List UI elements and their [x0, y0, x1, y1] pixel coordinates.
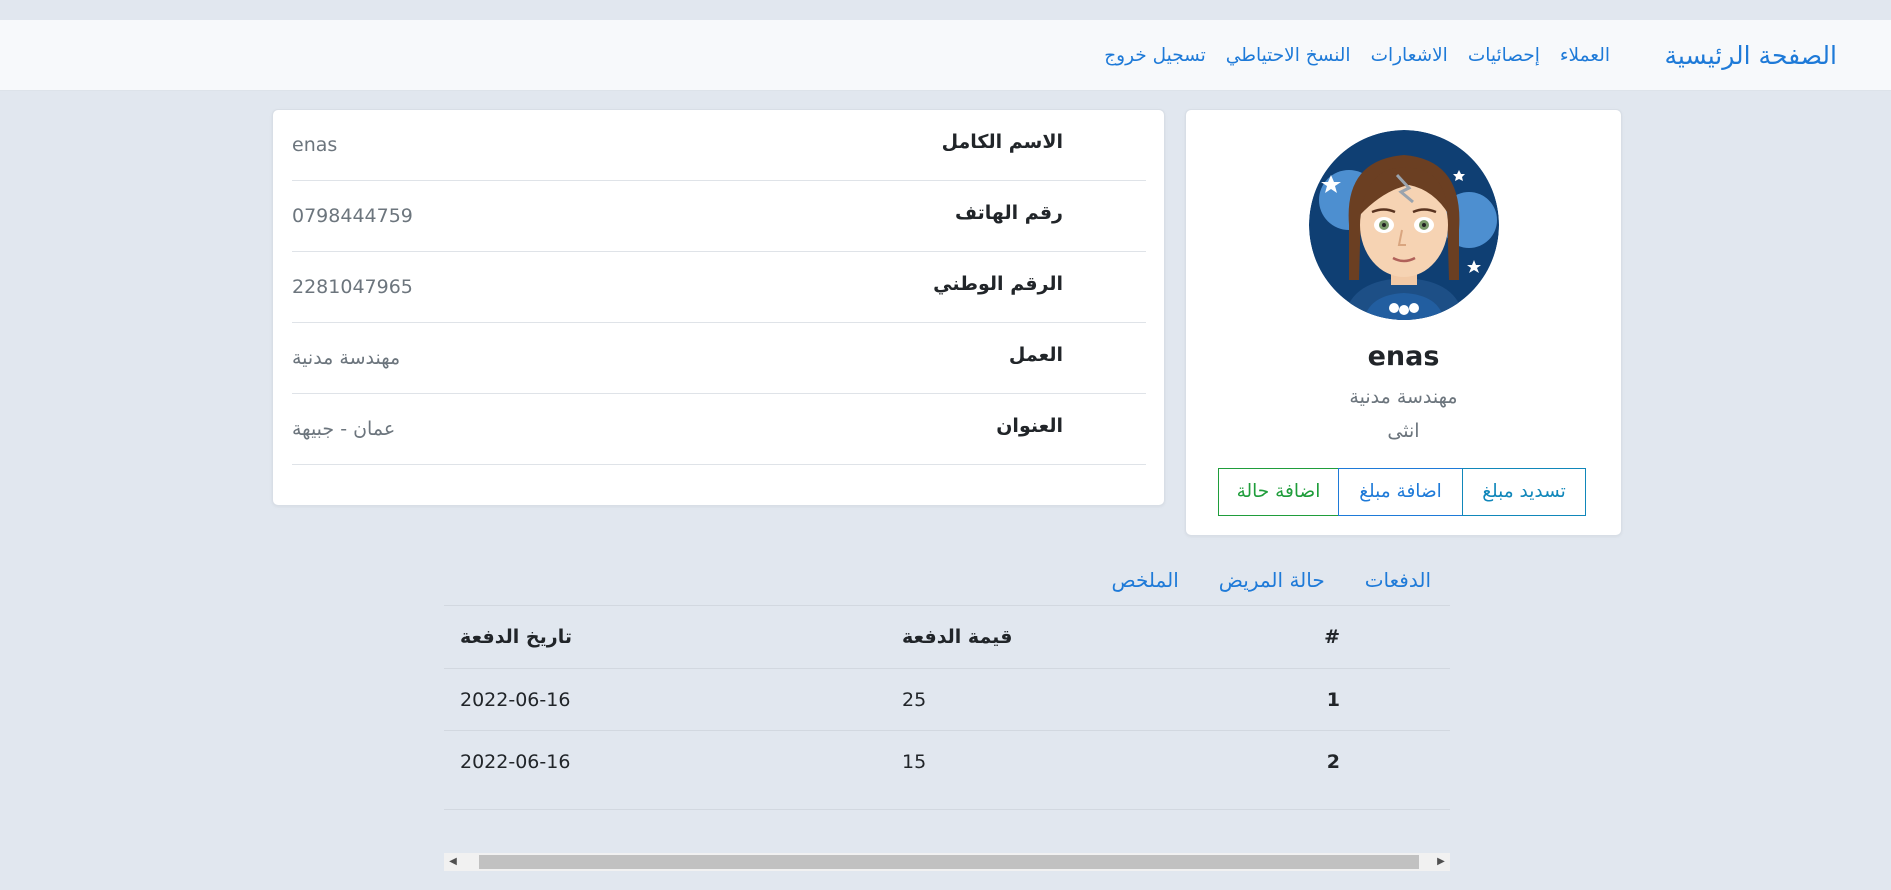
row-amount: 25	[902, 689, 927, 711]
payments-table: # قيمة الدفعة تاريخ الدفعة 1 25 2022-06-…	[444, 605, 1450, 810]
scrollbar-thumb[interactable]	[479, 855, 1419, 869]
info-row-full-name: الاسم الكامل enas	[292, 110, 1146, 181]
nav-links: العملاء إحصائيات الاشعارات النسخ الاحتيا…	[1104, 45, 1610, 66]
info-value: enas	[292, 134, 338, 156]
table-header-row: # قيمة الدفعة تاريخ الدفعة	[444, 605, 1450, 668]
scroll-right-arrow-icon[interactable]: ▶	[1432, 853, 1450, 871]
row-date: 2022-06-16	[460, 689, 571, 711]
tab-payments[interactable]: الدفعات	[1365, 568, 1431, 592]
info-value: مهندسة مدنية	[292, 347, 401, 369]
info-row-address: العنوان عمان - جبيهة	[292, 394, 1146, 465]
info-value: 2281047965	[292, 276, 413, 298]
info-value: عمان - جبيهة	[292, 418, 396, 440]
nav-link-clients[interactable]: العملاء	[1560, 45, 1610, 66]
add-case-button[interactable]: اضافة حالة	[1218, 468, 1339, 516]
header-num: #	[1324, 626, 1340, 648]
header-amount: قيمة الدفعة	[902, 626, 1013, 648]
nav-link-statistics[interactable]: إحصائيات	[1468, 45, 1540, 66]
nav-link-logout[interactable]: تسجيل خروج	[1104, 45, 1206, 66]
profile-card: enas مهندسة مدنية انثى تسديد مبلغ اضافة …	[1185, 109, 1622, 536]
info-row-national-id: الرقم الوطني 2281047965	[292, 252, 1146, 323]
brand-home-link[interactable]: الصفحة الرئيسية	[1665, 41, 1838, 70]
top-navbar: الصفحة الرئيسية العملاء إحصائيات الاشعار…	[0, 20, 1891, 91]
avatar-image	[1309, 130, 1499, 320]
add-amount-button[interactable]: اضافة مبلغ	[1338, 468, 1463, 516]
nav-link-backup[interactable]: النسخ الاحتياطي	[1226, 45, 1351, 66]
info-row-job: العمل مهندسة مدنية	[292, 323, 1146, 394]
tabs: الدفعات حالة المريض الملخص	[1112, 568, 1431, 592]
profile-job: مهندسة مدنية	[1349, 386, 1458, 408]
info-label: الاسم الكامل	[941, 131, 1063, 153]
horizontal-scrollbar[interactable]: ◀ ▶	[444, 853, 1450, 871]
row-num: 1	[1326, 689, 1340, 711]
avatar	[1309, 130, 1499, 320]
info-row-phone: رقم الهاتف 0798444759	[292, 181, 1146, 252]
info-label: العمل	[1008, 344, 1063, 366]
header-date: تاريخ الدفعة	[460, 626, 572, 648]
tab-summary[interactable]: الملخص	[1112, 568, 1179, 592]
pay-amount-button[interactable]: تسديد مبلغ	[1462, 468, 1586, 516]
info-label: العنوان	[996, 415, 1063, 437]
row-date: 2022-06-16	[460, 751, 571, 773]
tab-patient-status[interactable]: حالة المريض	[1219, 568, 1325, 592]
profile-name: enas	[1367, 341, 1440, 372]
table-row: 2 15 2022-06-16	[444, 730, 1450, 810]
row-num: 2	[1326, 751, 1340, 773]
table-row: 1 25 2022-06-16	[444, 668, 1450, 730]
row-amount: 15	[902, 751, 927, 773]
scroll-left-arrow-icon[interactable]: ◀	[444, 853, 462, 871]
info-label: رقم الهاتف	[955, 202, 1063, 224]
info-value: 0798444759	[292, 205, 413, 227]
profile-gender: انثى	[1387, 420, 1420, 442]
nav-link-notifications[interactable]: الاشعارات	[1371, 45, 1448, 66]
info-card: الاسم الكامل enas رقم الهاتف 0798444759 …	[272, 109, 1165, 506]
info-label: الرقم الوطني	[933, 273, 1063, 295]
profile-actions: تسديد مبلغ اضافة مبلغ اضافة حالة	[1218, 468, 1586, 517]
